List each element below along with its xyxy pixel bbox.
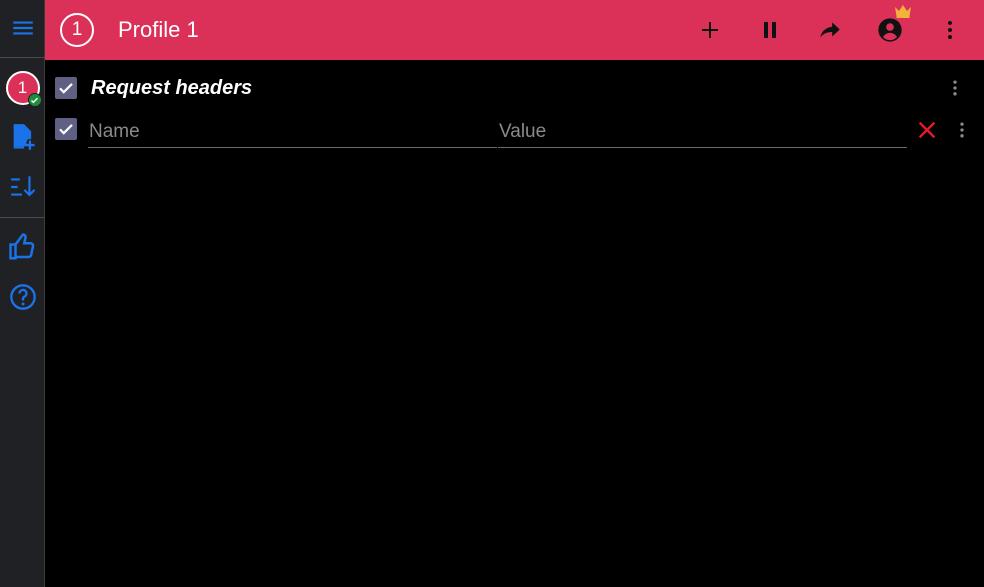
header-name-input[interactable]	[88, 116, 497, 147]
share-button[interactable]	[812, 12, 848, 48]
add-file-icon	[13, 124, 35, 150]
share-icon	[820, 22, 840, 38]
header-value-input[interactable]	[498, 116, 907, 147]
check-icon	[59, 124, 73, 135]
help-icon	[9, 284, 36, 310]
check-icon	[59, 83, 73, 94]
section-title: Request headers	[91, 77, 253, 99]
sidebar-divider	[0, 57, 45, 58]
delete-header-button[interactable]	[913, 116, 941, 144]
sidebar-divider-2	[0, 217, 45, 218]
add-profile-button[interactable]	[0, 118, 45, 156]
top-bar: 1 Profile 1	[45, 0, 984, 60]
menu-icon	[12, 21, 33, 35]
add-icon	[702, 22, 718, 38]
header-value-field	[498, 116, 907, 148]
sidebar-profile-button[interactable]: 1	[0, 68, 45, 108]
add-header-button[interactable]	[692, 12, 728, 48]
more-vert-icon	[960, 122, 964, 138]
pause-icon	[764, 22, 776, 38]
section-enable-checkbox[interactable]	[55, 77, 77, 99]
section-menu-button[interactable]	[945, 76, 965, 100]
profile-avatar: 1	[5, 71, 42, 107]
header-row-menu-button[interactable]	[952, 118, 972, 142]
profile-title: Profile 1	[118, 17, 199, 42]
sort-button[interactable]	[0, 168, 45, 206]
sort-icon	[10, 176, 35, 197]
account-icon	[878, 18, 902, 42]
sidebar: 1	[0, 0, 45, 587]
header-row-checkbox[interactable]	[55, 118, 77, 140]
more-vert-icon	[953, 80, 957, 96]
pause-button[interactable]	[752, 12, 788, 48]
more-options-button[interactable]	[932, 12, 968, 48]
profile-number: 1	[17, 78, 28, 97]
menu-button[interactable]	[0, 8, 45, 48]
header-name-field	[88, 116, 497, 148]
thumb-up-icon	[8, 233, 34, 260]
check-circle-icon	[27, 93, 42, 107]
main-panel: Request headers	[45, 60, 984, 587]
top-profile-badge: 1	[60, 13, 94, 47]
close-icon	[918, 121, 936, 139]
account-button[interactable]	[872, 5, 911, 48]
help-button[interactable]	[0, 278, 45, 316]
top-profile-number: 1	[71, 19, 83, 40]
crown-icon	[895, 5, 911, 18]
like-button[interactable]	[0, 228, 45, 266]
more-vert-icon	[948, 21, 952, 39]
